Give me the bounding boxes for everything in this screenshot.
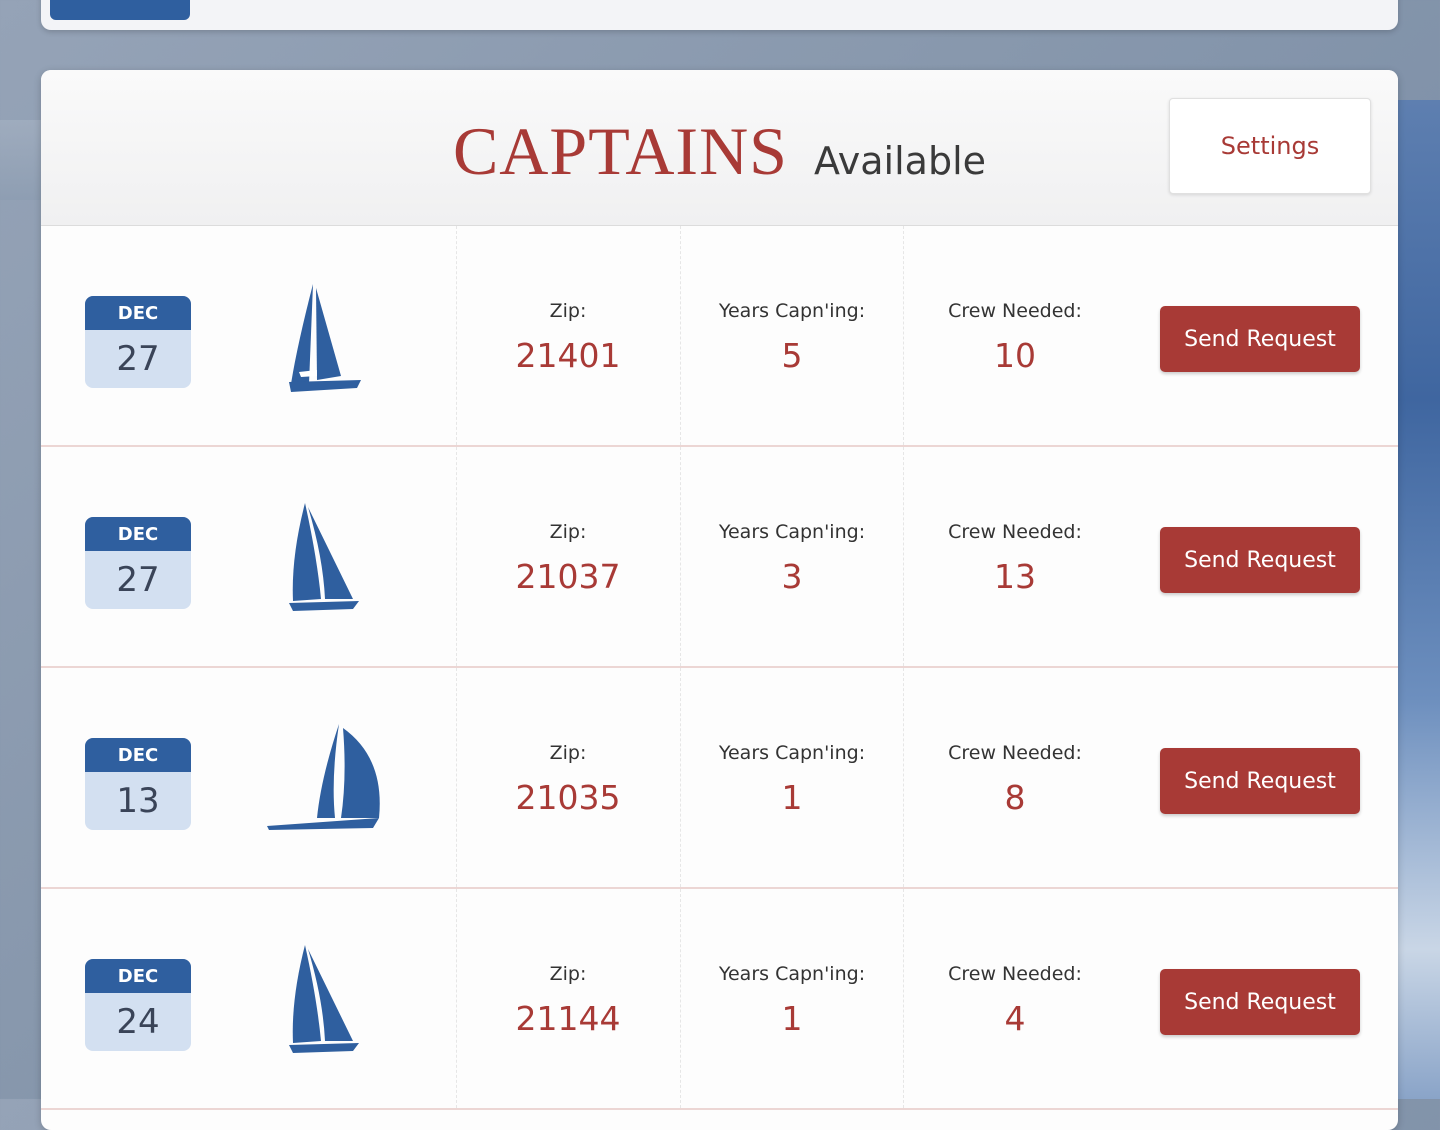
crew-stat: Crew Needed: 10 bbox=[903, 300, 1127, 375]
years-value: 3 bbox=[781, 557, 803, 596]
zip-stat: Zip: 21037 bbox=[456, 521, 680, 596]
zip-label: Zip: bbox=[549, 963, 587, 985]
calendar-day: 13 bbox=[116, 781, 160, 821]
zip-value: 21037 bbox=[515, 557, 621, 596]
crew-label: Crew Needed: bbox=[948, 300, 1082, 322]
date-calendar: DEC 24 bbox=[85, 959, 191, 1051]
captain-row: DEC 13 Zip: 21035 Years Capn'ing: 1 Crew… bbox=[41, 668, 1398, 889]
captains-card: CAPTAINS Available Settings DEC 27 Zip: 2… bbox=[41, 70, 1398, 1130]
title-main: CAPTAINS bbox=[452, 113, 789, 189]
date-calendar: DEC 27 bbox=[85, 517, 191, 609]
sailboat-spinnaker-icon bbox=[267, 724, 380, 830]
zip-value: 21035 bbox=[515, 778, 621, 817]
card-header: CAPTAINS Available Settings bbox=[41, 70, 1398, 226]
zip-stat: Zip: 21144 bbox=[456, 963, 680, 1038]
calendar-day: 27 bbox=[116, 560, 160, 600]
captain-row: DEC 27 Zip: 21401 Years Capn'ing: 5 Crew… bbox=[41, 226, 1398, 447]
crew-value: 13 bbox=[994, 557, 1036, 596]
years-value: 1 bbox=[781, 778, 803, 817]
calendar-month: DEC bbox=[85, 296, 191, 330]
crew-stat: Crew Needed: 13 bbox=[903, 521, 1127, 596]
zip-value: 21401 bbox=[515, 336, 621, 375]
crew-stat: Crew Needed: 4 bbox=[903, 963, 1127, 1038]
zip-label: Zip: bbox=[549, 300, 587, 322]
zip-stat: Zip: 21401 bbox=[456, 300, 680, 375]
send-request-button[interactable]: Send Request bbox=[1160, 748, 1360, 814]
calendar-month: DEC bbox=[85, 738, 191, 772]
date-calendar: DEC 27 bbox=[85, 296, 191, 388]
zip-stat: Zip: 21035 bbox=[456, 742, 680, 817]
zip-label: Zip: bbox=[549, 742, 587, 764]
sailboat-icon bbox=[289, 503, 359, 611]
date-calendar: DEC 13 bbox=[85, 738, 191, 830]
previous-card bbox=[41, 0, 1398, 30]
years-value: 5 bbox=[781, 336, 803, 375]
years-stat: Years Capn'ing: 1 bbox=[680, 742, 904, 817]
title-sub: Available bbox=[814, 139, 987, 183]
previous-card-button[interactable] bbox=[50, 0, 190, 20]
years-label: Years Capn'ing: bbox=[718, 742, 866, 764]
calendar-month: DEC bbox=[85, 959, 191, 993]
crew-stat: Crew Needed: 8 bbox=[903, 742, 1127, 817]
send-request-button[interactable]: Send Request bbox=[1160, 969, 1360, 1035]
zip-label: Zip: bbox=[549, 521, 587, 543]
crew-label: Crew Needed: bbox=[948, 742, 1082, 764]
crew-value: 4 bbox=[1004, 999, 1026, 1038]
calendar-month: DEC bbox=[85, 517, 191, 551]
calendar-day: 24 bbox=[116, 1002, 160, 1042]
crew-value: 8 bbox=[1004, 778, 1026, 817]
settings-button[interactable]: Settings bbox=[1169, 98, 1371, 194]
send-request-button[interactable]: Send Request bbox=[1160, 527, 1360, 593]
captain-row: DEC 27 Zip: 21037 Years Capn'ing: 3 Crew… bbox=[41, 447, 1398, 668]
years-label: Years Capn'ing: bbox=[718, 963, 866, 985]
years-label: Years Capn'ing: bbox=[718, 300, 866, 322]
years-stat: Years Capn'ing: 1 bbox=[680, 963, 904, 1038]
years-value: 1 bbox=[781, 999, 803, 1038]
background-sky bbox=[1396, 100, 1440, 1099]
sailboat-icon bbox=[289, 284, 361, 392]
sailboat-icon bbox=[289, 945, 359, 1053]
years-stat: Years Capn'ing: 5 bbox=[680, 300, 904, 375]
crew-label: Crew Needed: bbox=[948, 963, 1082, 985]
years-label: Years Capn'ing: bbox=[718, 521, 866, 543]
zip-value: 21144 bbox=[515, 999, 621, 1038]
years-stat: Years Capn'ing: 3 bbox=[680, 521, 904, 596]
crew-label: Crew Needed: bbox=[948, 521, 1082, 543]
captain-row: DEC 24 Zip: 21144 Years Capn'ing: 1 Crew… bbox=[41, 889, 1398, 1110]
send-request-button[interactable]: Send Request bbox=[1160, 306, 1360, 372]
crew-value: 10 bbox=[994, 336, 1036, 375]
calendar-day: 27 bbox=[116, 339, 160, 379]
